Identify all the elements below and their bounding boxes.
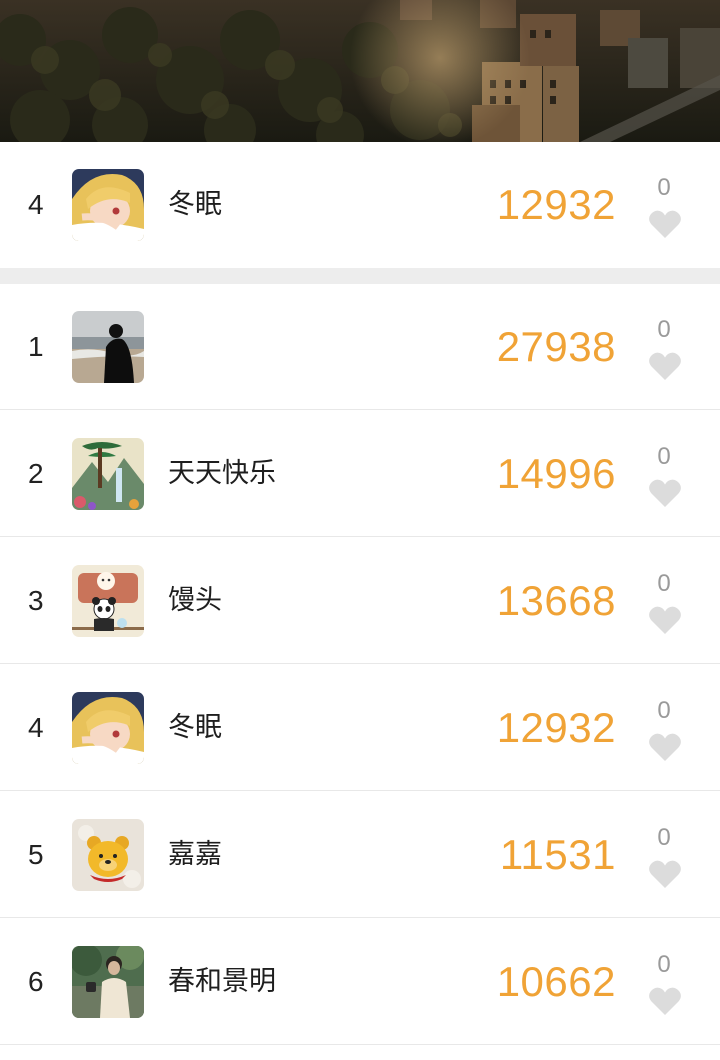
heart-icon[interactable] [648, 859, 682, 889]
step-count: 12932 [496, 181, 616, 228]
rank-number: 5 [28, 839, 44, 870]
heart-icon[interactable] [648, 478, 682, 508]
row-divider [0, 1044, 720, 1045]
leaderboard-row[interactable]: 5 嘉嘉 11531 0 [0, 792, 720, 918]
like-count: 0 [657, 316, 671, 343]
like-count: 0 [657, 443, 671, 470]
step-count: 11531 [499, 831, 616, 878]
row-divider [0, 917, 720, 918]
rank-number: 3 [28, 585, 44, 616]
user-name: 冬眠 [168, 712, 222, 743]
step-count: 27938 [496, 323, 616, 370]
row-divider [0, 663, 720, 664]
step-count: 14996 [496, 450, 616, 497]
user-name: 馒头 [168, 585, 222, 616]
heart-icon[interactable] [648, 605, 682, 635]
like-count: 0 [657, 697, 671, 724]
like-count: 0 [657, 951, 671, 978]
heart-icon[interactable] [648, 209, 682, 239]
my-rank-row[interactable]: 4 冬眠 12932 0 [0, 142, 720, 268]
row-divider [0, 409, 720, 410]
rank-number: 6 [28, 966, 44, 997]
leaderboard-row[interactable]: 2 天天快乐 14996 0 [0, 411, 720, 537]
like-count: 0 [657, 174, 671, 201]
leaderboard-row[interactable]: 6 春和景明 10662 0 [0, 919, 720, 1045]
like-count: 0 [657, 824, 671, 851]
bear-plush-avatar[interactable] [72, 819, 144, 891]
step-count: 13668 [496, 577, 616, 624]
heart-icon[interactable] [648, 351, 682, 381]
landscape-painting-avatar[interactable] [72, 438, 144, 510]
step-count: 10662 [496, 958, 616, 1005]
beach-silhouette-avatar[interactable] [72, 311, 144, 383]
anime-girl-avatar[interactable] [72, 692, 144, 764]
rank-number: 4 [28, 189, 44, 220]
heart-icon[interactable] [648, 732, 682, 762]
anime-girl-avatar[interactable] [72, 169, 144, 241]
panda-train-avatar[interactable] [72, 565, 144, 637]
user-name: 冬眠 [168, 189, 222, 220]
row-divider [0, 790, 720, 791]
user-name: 春和景明 [168, 966, 276, 997]
rank-number: 4 [28, 712, 44, 743]
heart-icon[interactable] [648, 986, 682, 1016]
section-separator [0, 268, 720, 284]
user-name: 嘉嘉 [168, 839, 222, 870]
rank-number: 2 [28, 458, 44, 489]
like-count: 0 [657, 570, 671, 597]
user-name: 天天快乐 [168, 458, 276, 489]
leaderboard-row[interactable]: 1 27938 0 [0, 284, 720, 410]
leaderboard-row[interactable]: 4 冬眠 12932 0 [0, 665, 720, 791]
man-in-park-avatar[interactable] [72, 946, 144, 1018]
row-divider [0, 536, 720, 537]
rank-number: 1 [28, 331, 44, 362]
step-count: 12932 [496, 704, 616, 751]
leaderboard-row[interactable]: 3 馒头 13668 0 [0, 538, 720, 664]
step-ranking-page: 4 冬眠 12932 0 1 27938 0 2 天天快乐 14996 0 3 … [0, 0, 720, 1060]
header-banner-image [0, 0, 720, 142]
